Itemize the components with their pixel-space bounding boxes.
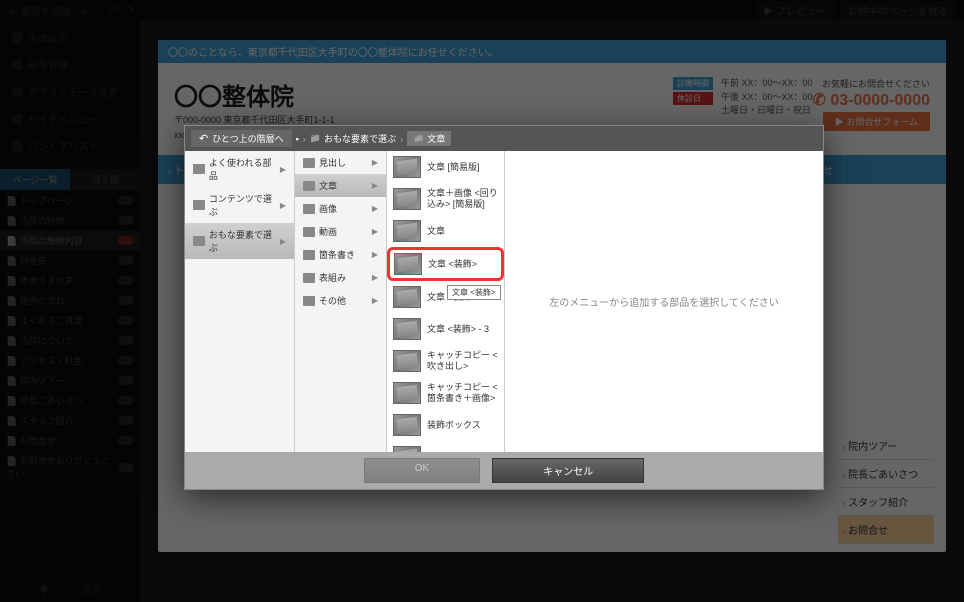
component-item[interactable]: 文章 <装飾> xyxy=(387,247,504,281)
breadcrumb-folder-1[interactable]: おもな要素で選ぶ xyxy=(310,132,396,145)
chevron-right-icon: › xyxy=(303,134,306,144)
component-item[interactable]: 文章＋画像 xyxy=(387,441,504,452)
folder-icon xyxy=(303,250,315,260)
modal-preview-pane: 左のメニューから追加する部品を選択してください xyxy=(505,151,823,452)
chevron-right-icon: ▶ xyxy=(372,227,378,236)
folder-icon xyxy=(193,236,205,246)
modal-column-3: 文章 [簡易版]文章＋画像 <回り込み> [簡易版]文章文章 <装飾>文章 <装… xyxy=(387,151,505,452)
component-item[interactable]: 文章 xyxy=(387,215,504,247)
modal-column-1: よく使われる部品▶コンテンツで選ぶ▶おもな要素で選ぶ▶ xyxy=(185,151,295,452)
component-item[interactable]: 文章 <装飾>-2文章 <装飾> xyxy=(387,281,504,313)
chevron-right-icon: ▶ xyxy=(372,296,378,305)
folder-item[interactable]: 動画▶ xyxy=(295,220,386,243)
component-item[interactable]: 文章＋画像 <回り込み> [簡易版] xyxy=(387,183,504,215)
chevron-right-icon: ▶ xyxy=(280,201,286,210)
folder-item[interactable]: 画像▶ xyxy=(295,197,386,220)
component-thumbnail-icon xyxy=(393,446,421,452)
home-icon[interactable]: ▪ xyxy=(296,134,299,144)
breadcrumb-folder-current[interactable]: 文章 xyxy=(407,131,451,146)
chevron-right-icon: ▶ xyxy=(372,158,378,167)
tooltip: 文章 <装飾> xyxy=(447,285,501,300)
component-item[interactable]: 文章 <装飾> - 3 xyxy=(387,313,504,345)
folder-icon xyxy=(303,158,315,168)
component-picker-modal: ひとつ上の階層へ ▪ › おもな要素で選ぶ › 文章 よく使われる部品▶コンテン… xyxy=(184,125,824,490)
chevron-right-icon: ▶ xyxy=(372,273,378,282)
folder-item[interactable]: よく使われる部品▶ xyxy=(185,151,294,187)
chevron-right-icon: ▶ xyxy=(372,204,378,213)
folder-item[interactable]: その他▶ xyxy=(295,289,386,312)
component-thumbnail-icon xyxy=(393,318,421,340)
component-thumbnail-icon xyxy=(393,286,421,308)
folder-icon xyxy=(193,164,205,174)
component-thumbnail-icon xyxy=(393,220,421,242)
modal-column-2: 見出し▶文章▶画像▶動画▶箇条書き▶表組み▶その他▶ xyxy=(295,151,387,452)
component-item[interactable]: キャッチコピー <箇条書き＋画像> xyxy=(387,377,504,409)
folder-item[interactable]: 箇条書き▶ xyxy=(295,243,386,266)
component-thumbnail-icon xyxy=(394,253,422,275)
chevron-right-icon: ▶ xyxy=(372,181,378,190)
component-thumbnail-icon xyxy=(393,414,421,436)
folder-icon xyxy=(303,273,315,283)
component-thumbnail-icon xyxy=(393,156,421,178)
ok-button[interactable]: OK xyxy=(364,458,480,483)
folder-icon xyxy=(193,200,205,210)
chevron-right-icon: › xyxy=(400,134,403,144)
folder-icon xyxy=(303,227,315,237)
folder-item[interactable]: おもな要素で選ぶ▶ xyxy=(185,223,294,259)
folder-icon xyxy=(303,296,315,306)
folder-item[interactable]: 文章▶ xyxy=(295,174,386,197)
folder-item[interactable]: コンテンツで選ぶ▶ xyxy=(185,187,294,223)
component-thumbnail-icon xyxy=(393,382,421,404)
component-thumbnail-icon xyxy=(393,188,421,210)
folder-icon xyxy=(303,181,315,191)
folder-item[interactable]: 見出し▶ xyxy=(295,151,386,174)
chevron-right-icon: ▶ xyxy=(280,237,286,246)
folder-icon xyxy=(303,204,315,214)
chevron-right-icon: ▶ xyxy=(372,250,378,259)
component-thumbnail-icon xyxy=(393,350,421,372)
folder-item[interactable]: 表組み▶ xyxy=(295,266,386,289)
component-item[interactable]: 文章 [簡易版] xyxy=(387,151,504,183)
cancel-button[interactable]: キャンセル xyxy=(492,458,644,483)
component-item[interactable]: 装飾ボックス xyxy=(387,409,504,441)
component-item[interactable]: キャッチコピー <吹き出し> xyxy=(387,345,504,377)
chevron-right-icon: ▶ xyxy=(280,165,286,174)
modal-breadcrumb: ひとつ上の階層へ ▪ › おもな要素で選ぶ › 文章 xyxy=(185,126,823,151)
breadcrumb-back-button[interactable]: ひとつ上の階層へ xyxy=(191,130,292,147)
